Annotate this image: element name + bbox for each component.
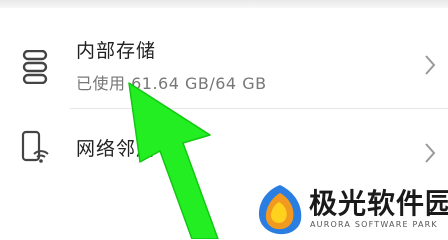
chevron-right-icon — [425, 143, 436, 163]
aurora-logo-icon — [258, 185, 302, 235]
network-title: 网络邻居 — [76, 138, 157, 160]
phone-wifi-icon — [21, 130, 49, 163]
chevron-right-icon — [425, 55, 436, 75]
storage-stack-icon — [22, 50, 48, 84]
watermark-tagline: AURORA SOFTWARE PARK — [310, 220, 438, 229]
top-strip — [0, 0, 448, 8]
settings-item-internal-storage[interactable]: 内部存储 已使用 61.64 GB/64 GB — [0, 8, 448, 108]
watermark-name: 极光软件园 — [309, 187, 448, 220]
watermark-brand: 极光软件园 AURORA SOFTWARE PARK — [255, 182, 448, 239]
storage-usage: 已使用 61.64 GB/64 GB — [76, 74, 267, 93]
storage-title: 内部存储 — [76, 40, 157, 62]
